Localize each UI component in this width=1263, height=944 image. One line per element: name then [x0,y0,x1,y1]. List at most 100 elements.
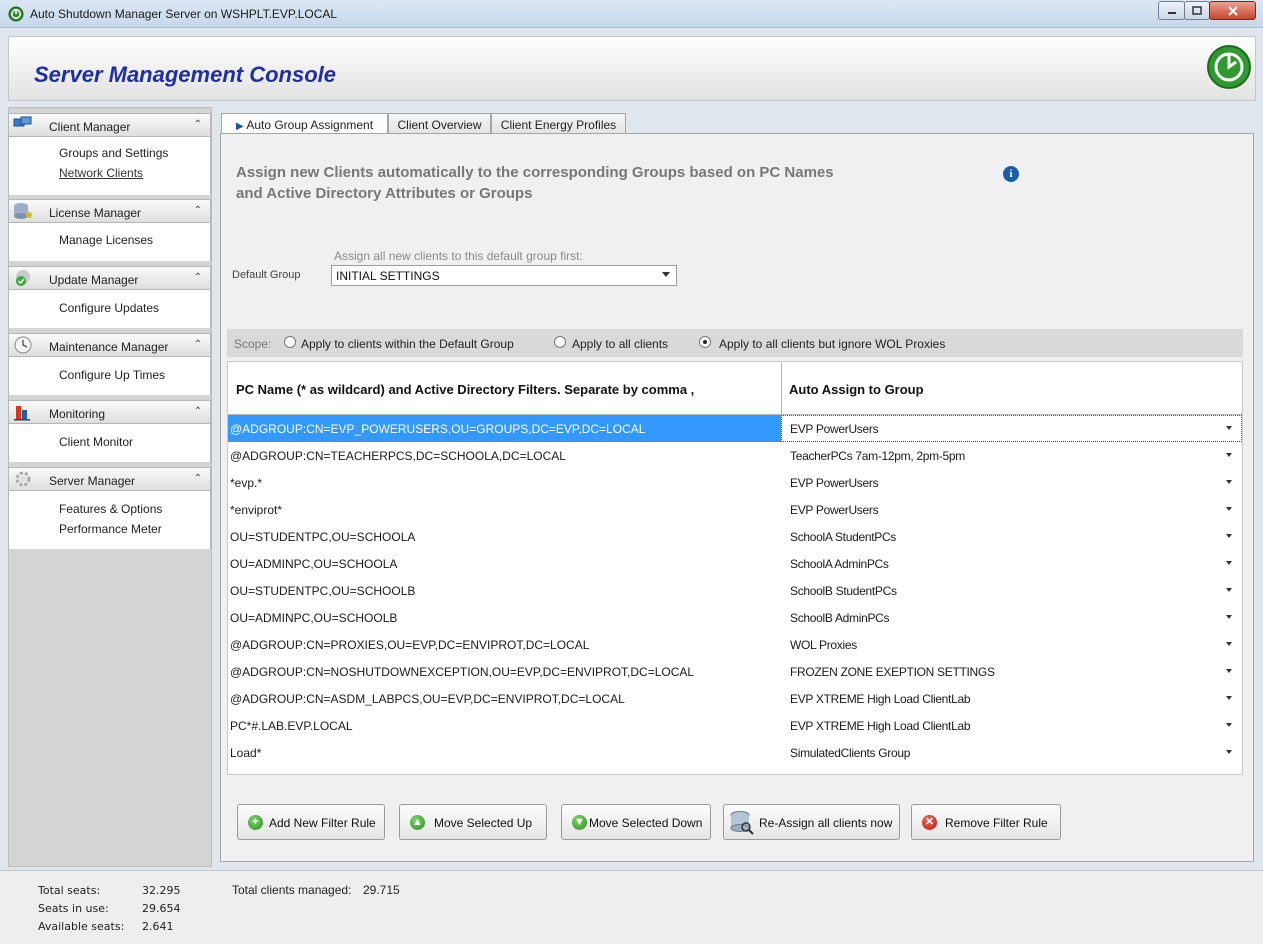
filter-cell[interactable]: OU=STUDENTPC,OU=SCHOOLA [230,530,415,544]
scope-radio-ignore-wol-proxies[interactable] [699,336,711,348]
reassign-all-clients-button[interactable]: Re-Assign all clients now [723,804,900,840]
collapse-chevron-icon[interactable]: ⌃ [194,473,202,484]
section-title: Monitoring [49,407,106,421]
group-cell[interactable]: EVP XTREME High Load ClientLab [790,692,971,706]
group-dropdown-arrow-icon[interactable] [1226,669,1232,673]
column-divider[interactable] [781,362,782,415]
group-dropdown-arrow-icon[interactable] [1226,534,1232,538]
nav-features-and-options[interactable]: Features & Options [59,502,162,516]
scope-option-label: Apply to all clients but ignore WOL Prox… [719,337,946,351]
filter-cell[interactable]: PC*#.LAB.EVP.LOCAL [230,719,353,733]
group-cell[interactable]: SchoolA AdminPCs [790,557,889,571]
total-clients-label: Total clients managed: [232,883,352,897]
group-dropdown-arrow-icon[interactable] [1226,453,1232,457]
table-row[interactable]: PC*#.LAB.EVP.LOCAL EVP XTREME High Load C… [228,712,1242,739]
filter-cell[interactable]: Load* [230,746,261,760]
minimize-button[interactable] [1158,1,1185,20]
filter-cell[interactable]: *evp.* [230,476,262,490]
section-title: License Manager [49,206,142,220]
tab-label: Auto Group Assignment [246,118,374,132]
scope-radio-default-group[interactable] [284,336,296,348]
group-cell[interactable]: EVP PowerUsers [790,503,879,517]
table-row[interactable]: @ADGROUP:CN=ASDM_LABPCS,OU=EVP,DC=ENVIPR… [228,685,1242,712]
collapse-chevron-icon[interactable]: ⌃ [194,272,202,283]
close-button[interactable] [1209,1,1256,20]
group-cell[interactable]: EVP PowerUsers [790,476,879,490]
add-filter-rule-button[interactable]: + Add New Filter Rule [237,804,385,840]
collapse-chevron-icon[interactable]: ⌃ [194,205,202,216]
nav-client-monitor[interactable]: Client Monitor [59,435,133,449]
collapse-chevron-icon[interactable]: ⌃ [194,119,202,130]
table-row[interactable]: @ADGROUP:CN=TEACHERPCS,DC=SCHOOLA,DC=LOC… [228,442,1242,469]
nav-configure-up-times[interactable]: Configure Up Times [59,368,165,382]
group-dropdown-arrow-icon[interactable] [1226,480,1232,484]
collapse-chevron-icon[interactable]: ⌃ [194,406,202,417]
group-dropdown-arrow-icon[interactable] [1226,426,1232,430]
section-client-manager[interactable]: Client Manager ⌃ [8,113,211,137]
table-row[interactable]: @ADGROUP:CN=EVP_POWERUSERS,OU=GROUPS,DC=… [228,415,1242,442]
collapse-chevron-icon[interactable]: ⌃ [194,339,202,350]
table-row[interactable]: @ADGROUP:CN=PROXIES,OU=EVP,DC=ENVIPROT,D… [228,631,1242,658]
filter-cell[interactable]: OU=STUDENTPC,OU=SCHOOLB [230,584,415,598]
filter-cell[interactable]: OU=ADMINPC,OU=SCHOOLB [230,611,397,625]
group-dropdown-arrow-icon[interactable] [1226,561,1232,565]
filter-cell[interactable]: *enviprot* [230,503,282,517]
column-header-group[interactable]: Auto Assign to Group [789,382,924,397]
move-selected-down-button[interactable]: ▼ Move Selected Down [561,804,711,840]
group-dropdown-arrow-icon[interactable] [1226,723,1232,727]
group-dropdown-arrow-icon[interactable] [1226,642,1232,646]
scope-radio-all-clients[interactable] [554,336,566,348]
nav-performance-meter[interactable]: Performance Meter [59,522,162,536]
group-dropdown-arrow-icon[interactable] [1226,615,1232,619]
group-dropdown-arrow-icon[interactable] [1226,696,1232,700]
nav-configure-updates[interactable]: Configure Updates [59,301,159,315]
table-row[interactable]: OU=STUDENTPC,OU=SCHOOLA SchoolA StudentPC… [228,523,1242,550]
table-row[interactable]: OU=STUDENTPC,OU=SCHOOLB SchoolB StudentPC… [228,577,1242,604]
filter-cell[interactable]: @ADGROUP:CN=EVP_POWERUSERS,OU=GROUPS,DC=… [230,422,645,436]
app-power-icon [8,6,24,22]
filter-cell[interactable]: @ADGROUP:CN=TEACHERPCS,DC=SCHOOLA,DC=LOC… [230,449,566,463]
filter-cell[interactable]: @ADGROUP:CN=PROXIES,OU=EVP,DC=ENVIPROT,D… [230,638,589,652]
nav-manage-licenses[interactable]: Manage Licenses [59,233,153,247]
group-dropdown-arrow-icon[interactable] [1226,507,1232,511]
group-cell[interactable]: FROZEN ZONE EXEPTION SETTINGS [790,665,995,679]
filter-cell[interactable]: @ADGROUP:CN=ASDM_LABPCS,OU=EVP,DC=ENVIPR… [230,692,625,706]
section-update-manager[interactable]: Update Manager ⌃ [8,266,211,290]
group-cell[interactable]: SchoolB StudentPCs [790,584,897,598]
table-row[interactable]: Load* SimulatedClients Group [228,739,1242,766]
maximize-button[interactable] [1184,1,1210,20]
filter-cell[interactable]: @ADGROUP:CN=NOSHUTDOWNEXCEPTION,OU=EVP,D… [230,665,694,679]
group-cell[interactable]: TeacherPCs 7am-12pm, 2pm-5pm [790,449,965,463]
nav-groups-and-settings[interactable]: Groups and Settings [59,146,168,160]
group-cell[interactable]: WOL Proxies [790,638,857,652]
group-cell[interactable]: EVP XTREME High Load ClientLab [790,719,971,733]
column-header-filter[interactable]: PC Name (* as wildcard) and Active Direc… [236,382,694,397]
move-selected-up-button[interactable]: ▲ Move Selected Up [399,804,547,840]
table-row[interactable]: OU=ADMINPC,OU=SCHOOLB SchoolB AdminPCs [228,604,1242,631]
section-license-manager[interactable]: License Manager ⌃ [8,199,211,223]
table-row[interactable]: OU=ADMINPC,OU=SCHOOLA SchoolA AdminPCs [228,550,1242,577]
nav-network-clients[interactable]: Network Clients [59,166,143,180]
table-row[interactable]: *evp.* EVP PowerUsers [228,469,1242,496]
group-cell[interactable]: SchoolA StudentPCs [790,530,896,544]
tab-label: Client Energy Profiles [500,118,617,132]
power-logo-icon [1207,45,1251,89]
group-cell[interactable]: EVP PowerUsers [790,422,879,436]
info-icon[interactable]: i [1003,166,1019,182]
group-dropdown-arrow-icon[interactable] [1226,750,1232,754]
default-group-select[interactable]: INITIAL SETTINGS [331,265,677,286]
tab-client-energy-profiles[interactable]: Client Energy Profiles [491,113,626,134]
section-monitoring[interactable]: Monitoring ⌃ [8,400,211,424]
tab-client-overview[interactable]: Client Overview [388,113,491,134]
monitors-icon [13,116,32,127]
remove-filter-rule-button[interactable]: ✕ Remove Filter Rule [911,804,1061,840]
tab-auto-group-assignment[interactable]: ▶ Auto Group Assignment [221,113,388,135]
table-row[interactable]: *enviprot* EVP PowerUsers [228,496,1242,523]
group-cell[interactable]: SchoolB AdminPCs [790,611,890,625]
section-server-manager[interactable]: Server Manager ⌃ [8,467,211,491]
group-dropdown-arrow-icon[interactable] [1226,588,1232,592]
section-maintenance-manager[interactable]: Maintenance Manager ⌃ [8,333,211,357]
group-cell[interactable]: SimulatedClients Group [790,746,910,760]
table-row[interactable]: @ADGROUP:CN=NOSHUTDOWNEXCEPTION,OU=EVP,D… [228,658,1242,685]
filter-cell[interactable]: OU=ADMINPC,OU=SCHOOLA [230,557,397,571]
